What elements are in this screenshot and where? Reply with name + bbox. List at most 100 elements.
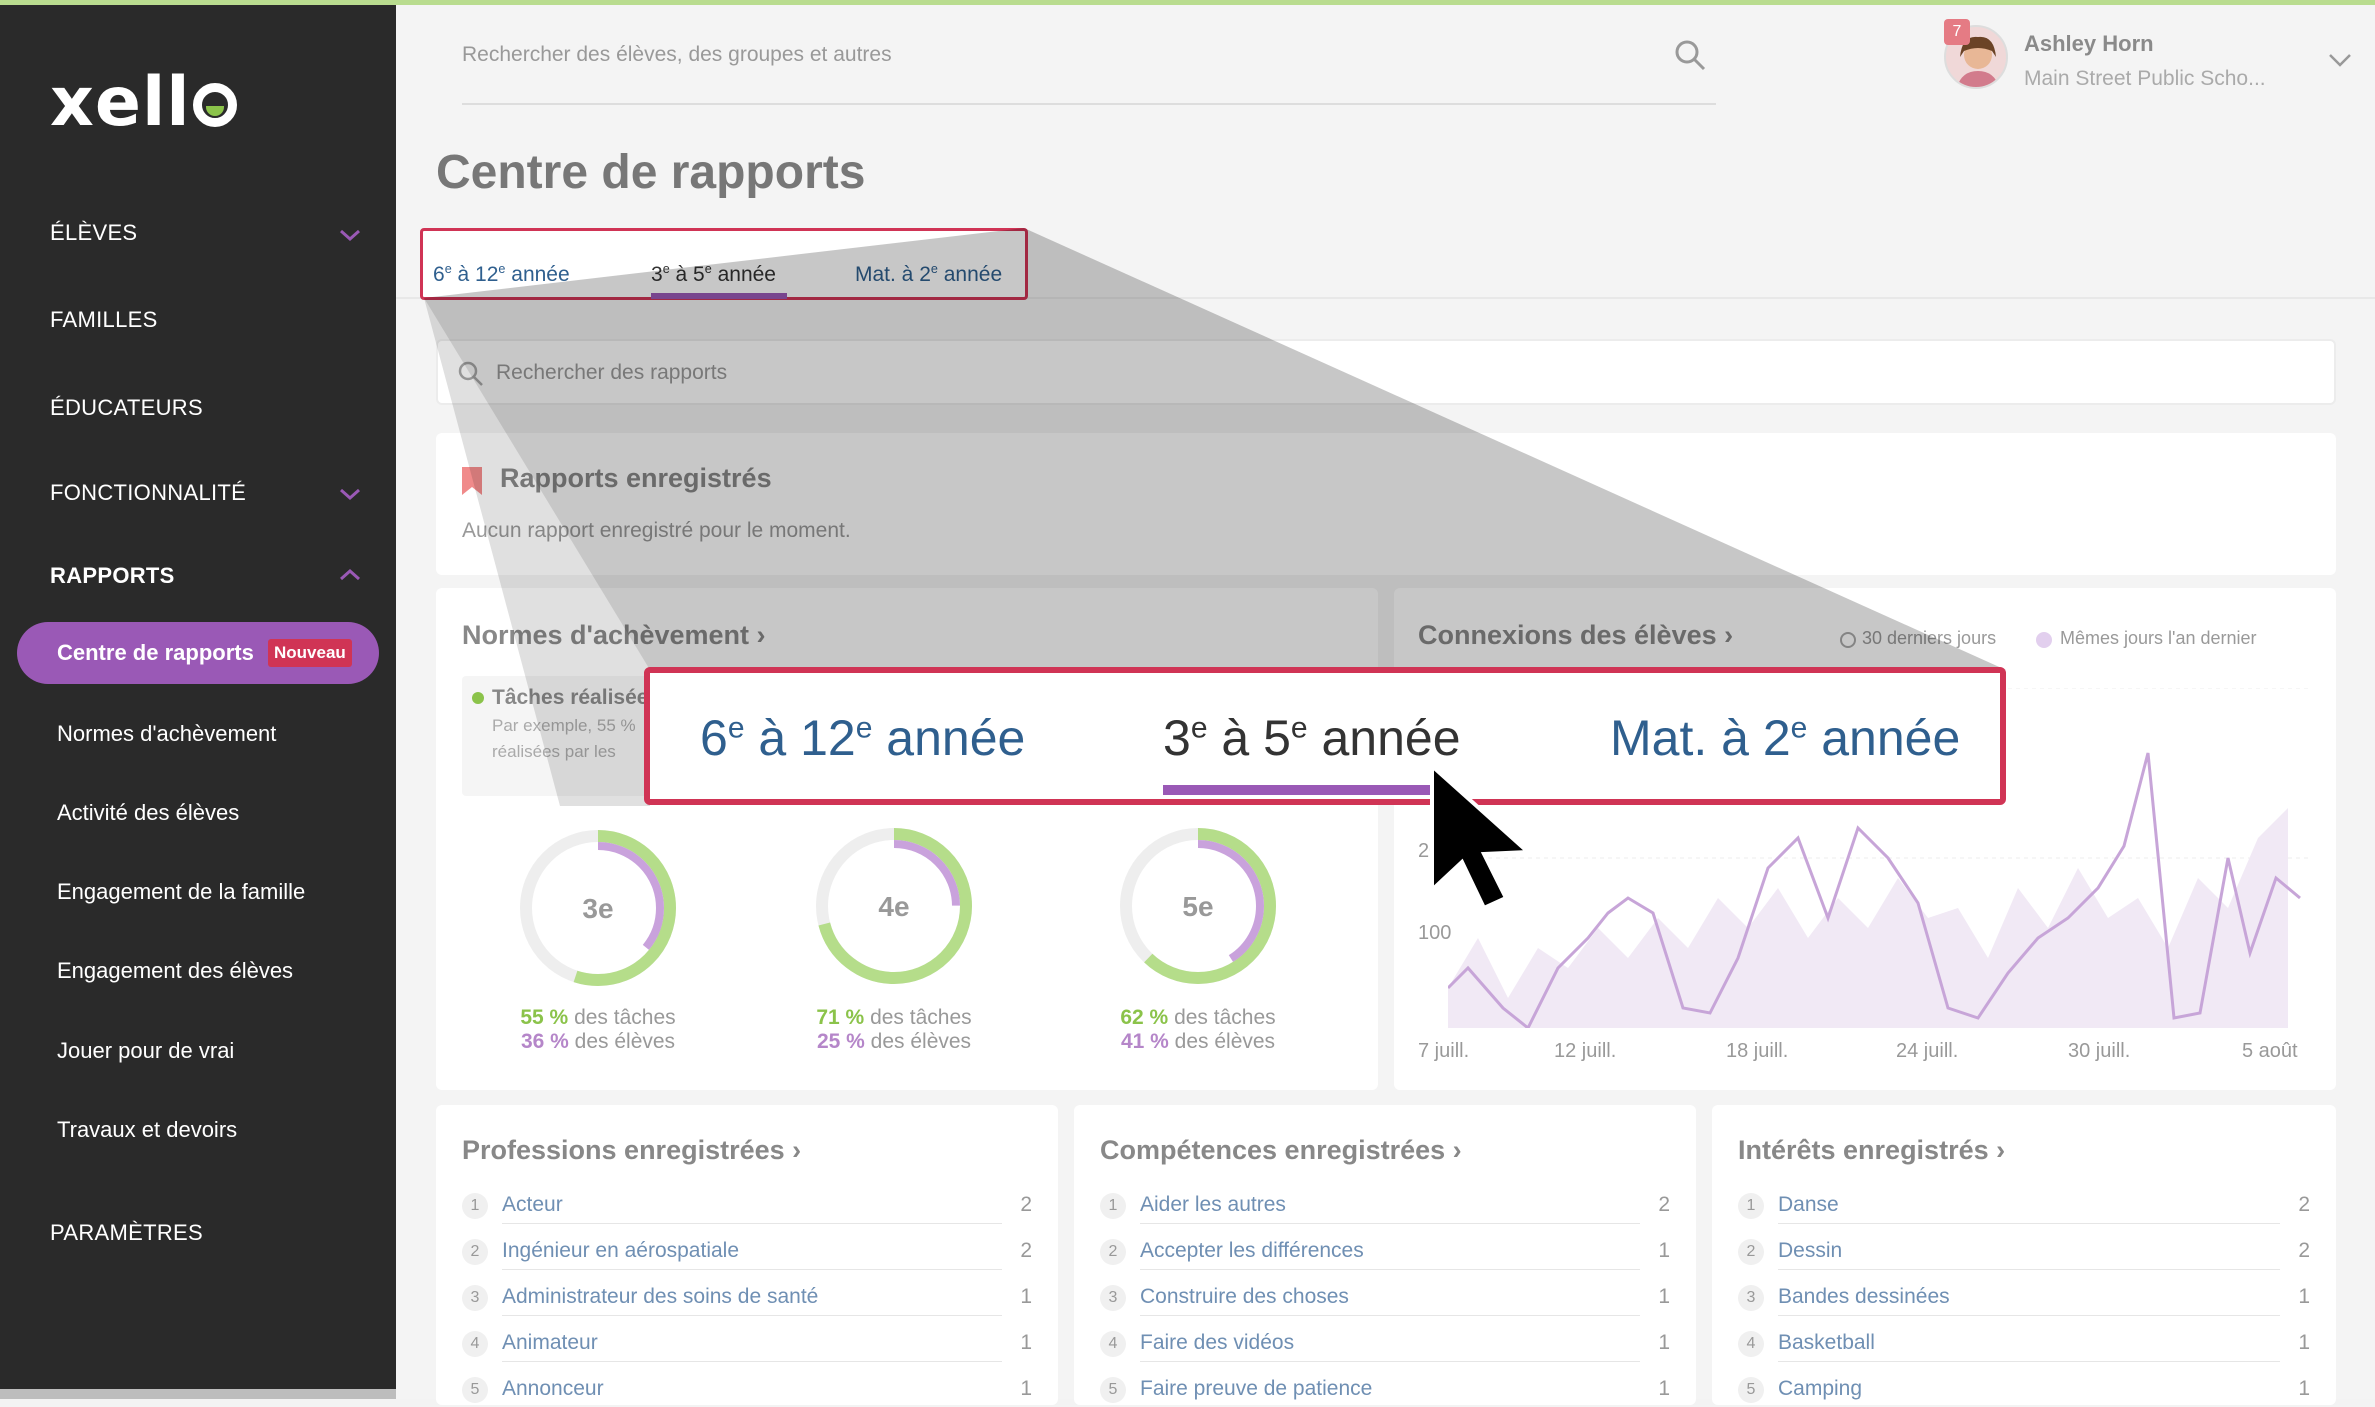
sidebar-item-parametres[interactable]: PARAMÈTRES <box>50 1220 203 1246</box>
user-name: Ashley Horn <box>2024 31 2154 56</box>
sidebar-subitem-label: Activité des élèves <box>57 800 240 825</box>
saved-reports-title: Rapports enregistrés <box>500 463 772 493</box>
sidebar-subitem-engagement-eleves[interactable]: Engagement des élèves <box>57 958 293 984</box>
tab-mat-2[interactable]: Mat. à 2e année <box>855 262 1002 287</box>
sidebar-item-label: PARAMÈTRES <box>50 1220 203 1245</box>
list-item[interactable]: 1 Aider les autres 2 <box>1100 1193 1670 1224</box>
zoom-active-tab-indicator <box>1163 785 1439 795</box>
x-tick: 7 juill. <box>1418 1040 1470 1062</box>
zoom-tab-mat-2[interactable]: Mat. à 2e année <box>1610 709 1960 767</box>
donut-5e[interactable]: 5e <box>1116 824 1280 988</box>
legend-title: Tâches réalisées <box>492 686 661 709</box>
list-item[interactable]: 2 Ingénieur en aérospatiale 2 <box>462 1239 1032 1270</box>
sidebar-subitem-normes[interactable]: Normes d'achèvement <box>57 721 276 747</box>
list-item[interactable]: 5 Annonceur 1 <box>462 1377 1032 1407</box>
tab-6-12[interactable]: 6e à 12e année <box>433 262 570 287</box>
tab-3-5[interactable]: 3e à 5e année <box>651 262 776 287</box>
notification-badge[interactable]: 7 <box>1944 19 1970 45</box>
saved-reports-empty: Aucun rapport enregistré pour le moment. <box>462 519 851 542</box>
list-item[interactable]: 5 Camping 1 <box>1738 1377 2310 1407</box>
list-item[interactable]: 4 Basketball 1 <box>1738 1331 2310 1362</box>
chevron-down-icon[interactable] <box>338 482 362 506</box>
list-item[interactable]: 5 Faire preuve de patience 1 <box>1100 1377 1670 1407</box>
sidebar-item-familles[interactable]: FAMILLES <box>50 307 158 333</box>
legend-dot-icon <box>2036 632 2052 648</box>
page-title: Centre de rapports <box>436 146 866 199</box>
y-tick: 100 <box>1418 922 1452 944</box>
user-menu[interactable]: 7 Ashley Horn Main Street Public Scho... <box>1944 19 2364 99</box>
list-item[interactable]: 1 Danse 2 <box>1738 1193 2310 1224</box>
sidebar-subitem-activite[interactable]: Activité des élèves <box>57 800 239 826</box>
sidebar-subitem-label: Centre de rapports <box>57 640 254 665</box>
interests-card: Intérêts enregistrés › 1 Danse 2 2 Dessin 2 … <box>1712 1105 2336 1405</box>
grade-3e-stats: 55 % des tâches 36 % des élèves <box>520 1006 676 1053</box>
sidebar-subitem-label: Engagement des élèves <box>57 958 294 983</box>
search-icon[interactable] <box>1672 37 1708 73</box>
completion-card: Normes d'achèvement › Tâches réalisées P… <box>436 588 1378 1090</box>
x-tick: 30 juill. <box>2068 1040 2131 1062</box>
list-item[interactable]: 3 Bandes dessinées 1 <box>1738 1285 2310 1316</box>
chevron-down-icon[interactable] <box>2326 45 2354 73</box>
sidebar-item-fonctionnalite[interactable]: FONCTIONNALITÉ <box>50 480 246 506</box>
legend-a: 30 derniers jours <box>1862 628 1997 648</box>
sidebar: xell ÉLÈVES FAMILLES ÉDUCATEURS FONCTION… <box>0 5 396 1399</box>
list-item[interactable]: 2 Accepter les différences 1 <box>1100 1239 1670 1270</box>
x-tick: 18 juill. <box>1726 1040 1789 1062</box>
interests-title[interactable]: Intérêts enregistrés › <box>1738 1135 2005 1166</box>
list-item[interactable]: 3 Administrateur des soins de santé 1 <box>462 1285 1032 1316</box>
legend-box: Tâches réalisées Par exemple, 55 % réali… <box>462 676 662 796</box>
svg-text:5e: 5e <box>1182 891 1213 922</box>
search-input[interactable]: Rechercher des élèves, des groupes et au… <box>462 43 892 67</box>
x-tick: 24 juill. <box>1896 1040 1959 1062</box>
chevron-down-icon[interactable] <box>338 223 362 247</box>
skills-title[interactable]: Compétences enregistrées › <box>1100 1135 1462 1166</box>
global-search[interactable]: Rechercher des élèves, des groupes et au… <box>462 35 1716 105</box>
search-icon <box>458 361 483 386</box>
report-search-input[interactable]: Rechercher des rapports <box>496 361 727 385</box>
sidebar-scrollbar[interactable] <box>0 1389 396 1399</box>
chevron-up-icon[interactable] <box>338 563 362 587</box>
grade-tabs: 6e à 12e année 3e à 5e année Mat. à 2e a… <box>420 228 1028 300</box>
skills-card: Compétences enregistrées › 1 Aider les au… <box>1074 1105 1696 1405</box>
sidebar-subitem-label: Travaux et devoirs <box>57 1117 238 1142</box>
list-item[interactable]: 3 Construire des choses 1 <box>1100 1285 1670 1316</box>
xello-logo[interactable]: xell <box>50 63 237 142</box>
sidebar-subitem-label: Jouer pour de vrai <box>57 1038 235 1063</box>
sidebar-item-label: FAMILLES <box>50 307 158 332</box>
svg-text:4e: 4e <box>878 891 909 922</box>
grade-5e-stats: 62 % des tâches 41 % des élèves <box>1120 1006 1276 1053</box>
sidebar-subitem-label: Normes d'achèvement <box>57 721 277 746</box>
zoomed-grade-tabs: 6e à 12e année 3e à 5e année Mat. à 2e a… <box>644 667 2006 805</box>
list-item[interactable]: 1 Acteur 2 <box>462 1193 1032 1224</box>
zoom-tab-6-12[interactable]: 6e à 12e année <box>700 709 1025 767</box>
list-item[interactable]: 2 Dessin 2 <box>1738 1239 2310 1270</box>
sidebar-subitem-travaux[interactable]: Travaux et devoirs <box>57 1117 237 1143</box>
donut-3e[interactable]: 3e <box>516 826 680 990</box>
zoom-tab-3-5[interactable]: 3e à 5e année <box>1163 709 1461 767</box>
mouse-cursor-icon <box>1430 762 1533 911</box>
completion-title[interactable]: Normes d'achèvement › <box>462 620 766 651</box>
report-search[interactable]: Rechercher des rapports <box>436 339 2336 405</box>
careers-title[interactable]: Professions enregistrées › <box>462 1135 801 1166</box>
sidebar-item-educateurs[interactable]: ÉDUCATEURS <box>50 395 203 421</box>
sidebar-subitem-centre-de-rapports[interactable]: Centre de rapports Nouveau <box>17 622 379 684</box>
legend-text: Par exemple, 55 % <box>492 716 636 735</box>
sidebar-item-eleves[interactable]: ÉLÈVES <box>50 220 137 246</box>
x-tick: 12 juill. <box>1554 1040 1617 1062</box>
new-badge: Nouveau <box>268 639 352 667</box>
sidebar-subitem-jouer[interactable]: Jouer pour de vrai <box>57 1038 234 1064</box>
donut-4e[interactable]: 4e <box>812 824 976 988</box>
connections-title[interactable]: Connexions des élèves › <box>1418 620 1733 651</box>
svg-text:3e: 3e <box>582 893 613 924</box>
sidebar-subitem-label: Engagement de la famille <box>57 879 306 904</box>
legend-text: réalisées par les <box>492 742 616 761</box>
saved-reports-card: Rapports enregistrés Aucun rapport enreg… <box>436 433 2336 575</box>
sidebar-item-rapports[interactable]: RAPPORTS <box>50 563 175 589</box>
list-item[interactable]: 4 Faire des vidéos 1 <box>1100 1331 1670 1362</box>
sidebar-item-label: FONCTIONNALITÉ <box>50 480 247 505</box>
green-dot-icon <box>472 692 484 704</box>
user-school: Main Street Public Scho... <box>2024 67 2266 90</box>
list-item[interactable]: 4 Animateur 1 <box>462 1331 1032 1362</box>
legend-circle-icon <box>1840 632 1856 648</box>
sidebar-subitem-engagement-famille[interactable]: Engagement de la famille <box>57 879 305 905</box>
